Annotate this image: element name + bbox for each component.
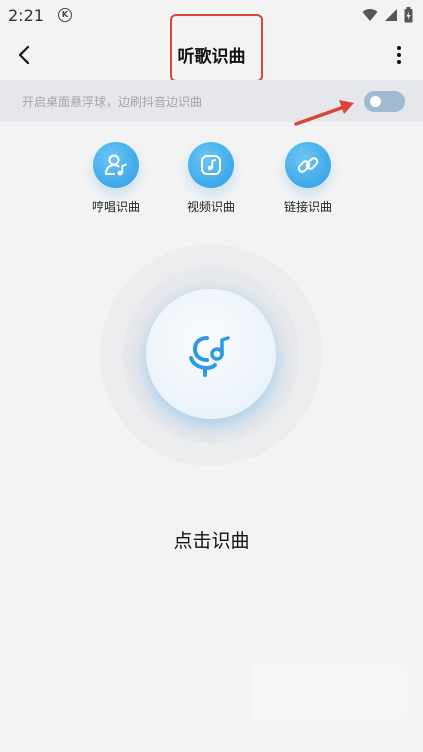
tap-to-recognize-label: 点击识曲 [173, 530, 250, 552]
mic-music-icon [189, 336, 230, 377]
recognize-button[interactable] [146, 289, 276, 419]
floating-ball-text: 开启桌面悬浮球，边刷抖音边识曲 [22, 94, 203, 109]
top-bar: 听歌识曲 [0, 14, 423, 82]
humming-icon [93, 142, 139, 188]
floating-ball-toggle[interactable] [364, 91, 405, 112]
signal-icon [385, 9, 397, 21]
bottom-watermark-area [252, 664, 408, 720]
annotation-arrow-icon [294, 100, 354, 126]
battery-icon [404, 7, 413, 23]
recognition-modes: 哼唱识曲 视频识曲 链接识曲 [0, 142, 423, 222]
status-icons [362, 7, 413, 23]
mode-label: 视频识曲 [186, 200, 235, 214]
toggle-knob [370, 96, 381, 107]
k-badge: K [57, 8, 72, 22]
mode-label: 链接识曲 [283, 200, 332, 214]
wifi-icon [362, 9, 378, 21]
mode-video[interactable]: 视频识曲 [171, 142, 251, 215]
status-time: 2:21 [8, 5, 44, 25]
mode-link[interactable]: 链接识曲 [268, 142, 348, 215]
mode-label: 哼唱识曲 [91, 200, 140, 214]
video-music-icon [188, 142, 234, 188]
mode-humming[interactable]: 哼唱识曲 [76, 142, 156, 215]
more-vertical-icon [397, 46, 401, 64]
title-highlight-box [170, 14, 263, 82]
more-button[interactable] [389, 43, 409, 67]
link-icon [285, 142, 331, 188]
